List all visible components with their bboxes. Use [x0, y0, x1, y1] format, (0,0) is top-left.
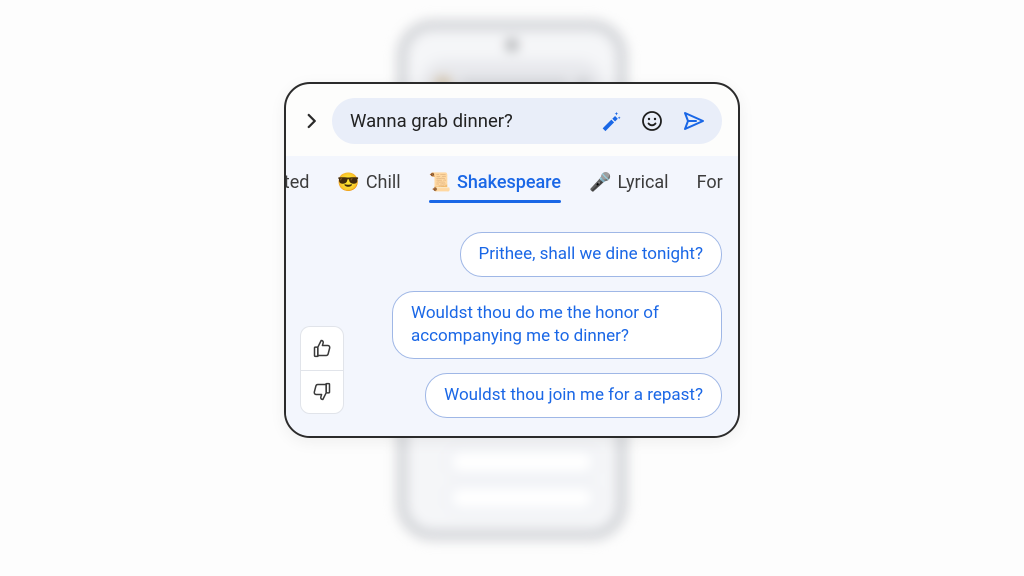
tab-lyrical[interactable]: 🎤 Lyrical: [589, 172, 669, 201]
compose-row: Wanna grab dinner?: [286, 84, 738, 156]
magic-rewrite-icon: [599, 110, 621, 132]
thumbs-up-button[interactable]: [300, 326, 344, 370]
feedback-column: [300, 232, 344, 414]
compose-text: Wanna grab dinner?: [350, 110, 586, 132]
suggestion-list: Prithee, shall we dine tonight? Wouldst …: [354, 232, 722, 418]
tab-label: Shakespeare: [457, 172, 561, 193]
chevron-right-icon: [302, 112, 320, 130]
suggestion-chip[interactable]: Wouldst thou do me the honor of accompan…: [392, 291, 722, 359]
compose-input[interactable]: Wanna grab dinner?: [332, 98, 722, 144]
scroll-emoji-icon: 📜: [429, 172, 451, 193]
send-icon: [682, 109, 706, 133]
emoji-icon: [640, 109, 664, 133]
suggestion-body: Prithee, shall we dine tonight? Wouldst …: [286, 214, 738, 418]
tab-label: Chill: [366, 172, 401, 193]
thumbs-down-icon: [312, 382, 332, 402]
tab-shakespeare[interactable]: 📜 Shakespeare: [429, 172, 561, 201]
tab-chill[interactable]: 😎 Chill: [337, 172, 400, 201]
thumbs-up-icon: [312, 338, 332, 358]
thumbs-down-button[interactable]: [300, 370, 344, 414]
send-button[interactable]: [676, 103, 712, 139]
suggestion-panel: cited 😎 Chill 📜 Shakespeare 🎤 Lyrical Fo…: [286, 156, 738, 436]
tab-formal-partial[interactable]: For: [697, 172, 723, 201]
tab-label: Lyrical: [617, 172, 668, 193]
sunglasses-emoji-icon: 😎: [337, 172, 359, 193]
collapse-button[interactable]: [296, 106, 326, 136]
suggestion-chip[interactable]: Prithee, shall we dine tonight?: [460, 232, 722, 277]
emoji-button[interactable]: [634, 103, 670, 139]
suggestion-chip[interactable]: Wouldst thou join me for a repast?: [425, 373, 722, 418]
microphone-emoji-icon: 🎤: [589, 172, 611, 193]
tab-excited-partial[interactable]: cited: [284, 172, 309, 201]
magic-compose-card: Wanna grab dinner?: [284, 82, 740, 438]
style-tabs[interactable]: cited 😎 Chill 📜 Shakespeare 🎤 Lyrical Fo…: [284, 168, 738, 214]
magic-rewrite-button[interactable]: [592, 103, 628, 139]
